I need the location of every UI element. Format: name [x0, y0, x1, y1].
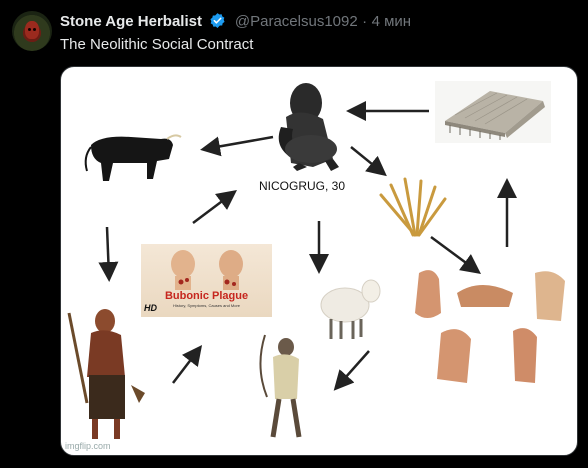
- center-label: NICOGRUG, 30: [259, 179, 346, 193]
- tweet-media-image[interactable]: Bubonic Plague History, Symptoms, Causes…: [60, 66, 578, 456]
- forager-archer-image: [259, 334, 302, 438]
- tweet-avatar[interactable]: [12, 11, 52, 51]
- tribal-warrior-image: [67, 309, 145, 439]
- aurochs-bull-image: [84, 134, 182, 181]
- hd-badge: HD: [144, 303, 157, 313]
- meme-diagram: [67, 83, 565, 439]
- venus-figurines-image: [415, 270, 565, 383]
- avatar-eye: [28, 28, 31, 31]
- bubonic-plague-thumbnail: Bubonic Plague History, Symptoms, Causes…: [141, 244, 272, 317]
- author-name[interactable]: Stone Age Herbalist: [60, 13, 202, 30]
- plague-title: Bubonic Plague: [164, 290, 249, 302]
- header-separator: ·: [362, 13, 368, 30]
- avatar-eye: [33, 28, 36, 31]
- plague-subtitle: History, Symptoms, Causes and More: [172, 303, 241, 308]
- tweet-timestamp[interactable]: 4 мин: [372, 13, 412, 30]
- author-handle[interactable]: @Paracelsus1092: [235, 13, 358, 30]
- imgflip-watermark: imgflip.com: [65, 441, 111, 451]
- thinker-figure-image: [278, 83, 339, 171]
- verified-badge-icon: [209, 12, 226, 34]
- wheat-sheaf-image: [379, 177, 447, 237]
- sheep-image: [320, 279, 381, 339]
- tweet-header: Stone Age Herbalist @Paracelsus1092 · 4 …: [60, 12, 576, 32]
- tweet-text: The Neolithic Social Contract: [60, 36, 254, 53]
